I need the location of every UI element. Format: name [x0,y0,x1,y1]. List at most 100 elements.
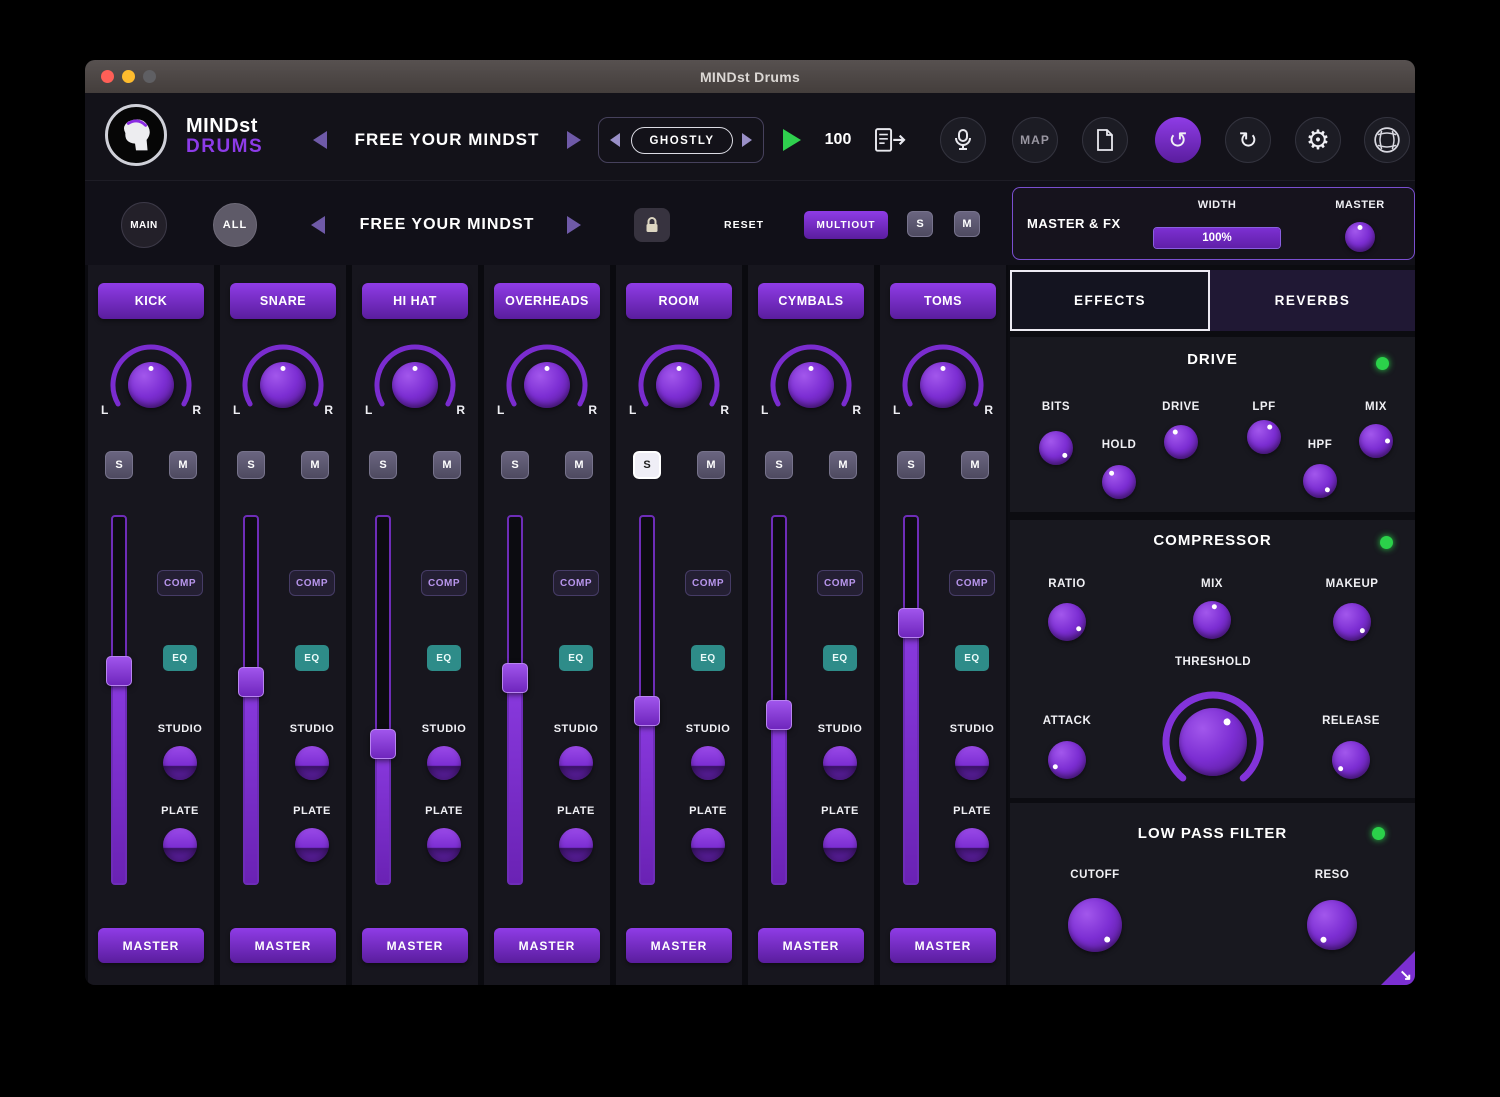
bits-knob[interactable] [1039,431,1073,465]
fader-handle[interactable] [634,696,660,726]
channel-name-button[interactable]: CYMBALS [758,283,864,319]
fader-handle[interactable] [502,663,528,693]
mute-button[interactable]: M [169,451,197,479]
plate-send-knob[interactable] [691,828,725,862]
fader-handle[interactable] [238,667,264,697]
global-mute-button[interactable]: M [954,211,980,237]
eq-button[interactable]: EQ [691,645,725,671]
pan-knob[interactable] [128,362,174,408]
pan-control[interactable] [897,341,989,419]
channel-name-button[interactable]: ROOM [626,283,732,319]
lock-button[interactable] [634,208,670,242]
toolbar-preset-next-icon[interactable] [567,216,581,234]
channel-master-button[interactable]: MASTER [362,928,468,963]
channel-master-button[interactable]: MASTER [494,928,600,963]
global-solo-button[interactable]: S [907,211,933,237]
studio-send-knob[interactable] [427,746,461,780]
drive-enable-led[interactable] [1376,357,1389,370]
comp-button[interactable]: COMP [949,570,995,596]
all-button[interactable]: ALL [213,203,257,247]
mute-button[interactable]: M [565,451,593,479]
pan-knob[interactable] [788,362,834,408]
tab-reverbs[interactable]: REVERBS [1210,270,1415,331]
comp-button[interactable]: COMP [817,570,863,596]
preset-next-icon[interactable] [567,131,581,149]
studio-send-knob[interactable] [823,746,857,780]
close-window-button[interactable] [101,70,114,83]
pan-knob[interactable] [920,362,966,408]
eq-button[interactable]: EQ [163,645,197,671]
plate-send-knob[interactable] [559,828,593,862]
midi-export-icon[interactable] [873,127,907,160]
channel-name-button[interactable]: OVERHEADS [494,283,600,319]
drive-mix-knob[interactable] [1359,424,1393,458]
mute-button[interactable]: M [301,451,329,479]
comp-button[interactable]: COMP [289,570,335,596]
solo-button[interactable]: S [633,451,661,479]
eq-button[interactable]: EQ [295,645,329,671]
pan-control[interactable] [633,341,725,419]
file-button[interactable] [1082,117,1128,163]
solo-button[interactable]: S [369,451,397,479]
studio-send-knob[interactable] [163,746,197,780]
pan-control[interactable] [765,341,857,419]
release-knob[interactable] [1332,741,1370,779]
attack-knob[interactable] [1048,741,1086,779]
fader-handle[interactable] [106,656,132,686]
minimize-window-button[interactable] [122,70,135,83]
mic-button[interactable] [940,117,986,163]
threshold-knob[interactable] [1179,708,1247,776]
kit-prev-icon[interactable] [610,133,620,147]
channel-master-button[interactable]: MASTER [230,928,336,963]
comp-button[interactable]: COMP [157,570,203,596]
fader-handle[interactable] [766,700,792,730]
undo-button[interactable]: ↺ [1155,117,1201,163]
studio-send-knob[interactable] [691,746,725,780]
comp-button[interactable]: COMP [685,570,731,596]
kit-name-button[interactable]: GHOSTLY [631,127,733,154]
eq-button[interactable]: EQ [823,645,857,671]
pan-control[interactable] [369,341,461,419]
pattern-button[interactable] [1364,117,1410,163]
width-slider[interactable]: 100% [1153,227,1281,249]
plate-send-knob[interactable] [295,828,329,862]
titlebar[interactable]: MINDst Drums [85,60,1415,93]
lowpass-enable-led[interactable] [1372,827,1385,840]
mute-button[interactable]: M [829,451,857,479]
channel-name-button[interactable]: SNARE [230,283,336,319]
plate-send-knob[interactable] [427,828,461,862]
main-button[interactable]: MAIN [121,202,167,248]
play-button[interactable] [783,129,801,151]
channel-master-button[interactable]: MASTER [626,928,732,963]
pan-control[interactable] [237,341,329,419]
comp-mix-knob[interactable] [1193,601,1231,639]
channel-name-button[interactable]: KICK [98,283,204,319]
toolbar-preset-prev-icon[interactable] [311,216,325,234]
ratio-knob[interactable] [1048,603,1086,641]
comp-button[interactable]: COMP [421,570,467,596]
volume-fader[interactable] [111,515,127,885]
solo-button[interactable]: S [501,451,529,479]
channel-name-button[interactable]: HI HAT [362,283,468,319]
mute-button[interactable]: M [433,451,461,479]
eq-button[interactable]: EQ [955,645,989,671]
makeup-knob[interactable] [1333,603,1371,641]
plate-send-knob[interactable] [955,828,989,862]
studio-send-knob[interactable] [295,746,329,780]
multiout-button[interactable]: MULTIOUT [804,211,888,239]
plate-send-knob[interactable] [163,828,197,862]
channel-name-button[interactable]: TOMS [890,283,996,319]
studio-send-knob[interactable] [559,746,593,780]
eq-button[interactable]: EQ [427,645,461,671]
tab-effects[interactable]: EFFECTS [1010,270,1210,331]
pan-control[interactable] [501,341,593,419]
channel-master-button[interactable]: MASTER [890,928,996,963]
volume-fader[interactable] [507,515,523,885]
settings-button[interactable]: ⚙ [1295,117,1341,163]
kit-next-icon[interactable] [742,133,752,147]
redo-button[interactable]: ↻ [1225,117,1271,163]
fader-handle[interactable] [370,729,396,759]
eq-button[interactable]: EQ [559,645,593,671]
solo-button[interactable]: S [765,451,793,479]
zoom-window-button[interactable] [143,70,156,83]
